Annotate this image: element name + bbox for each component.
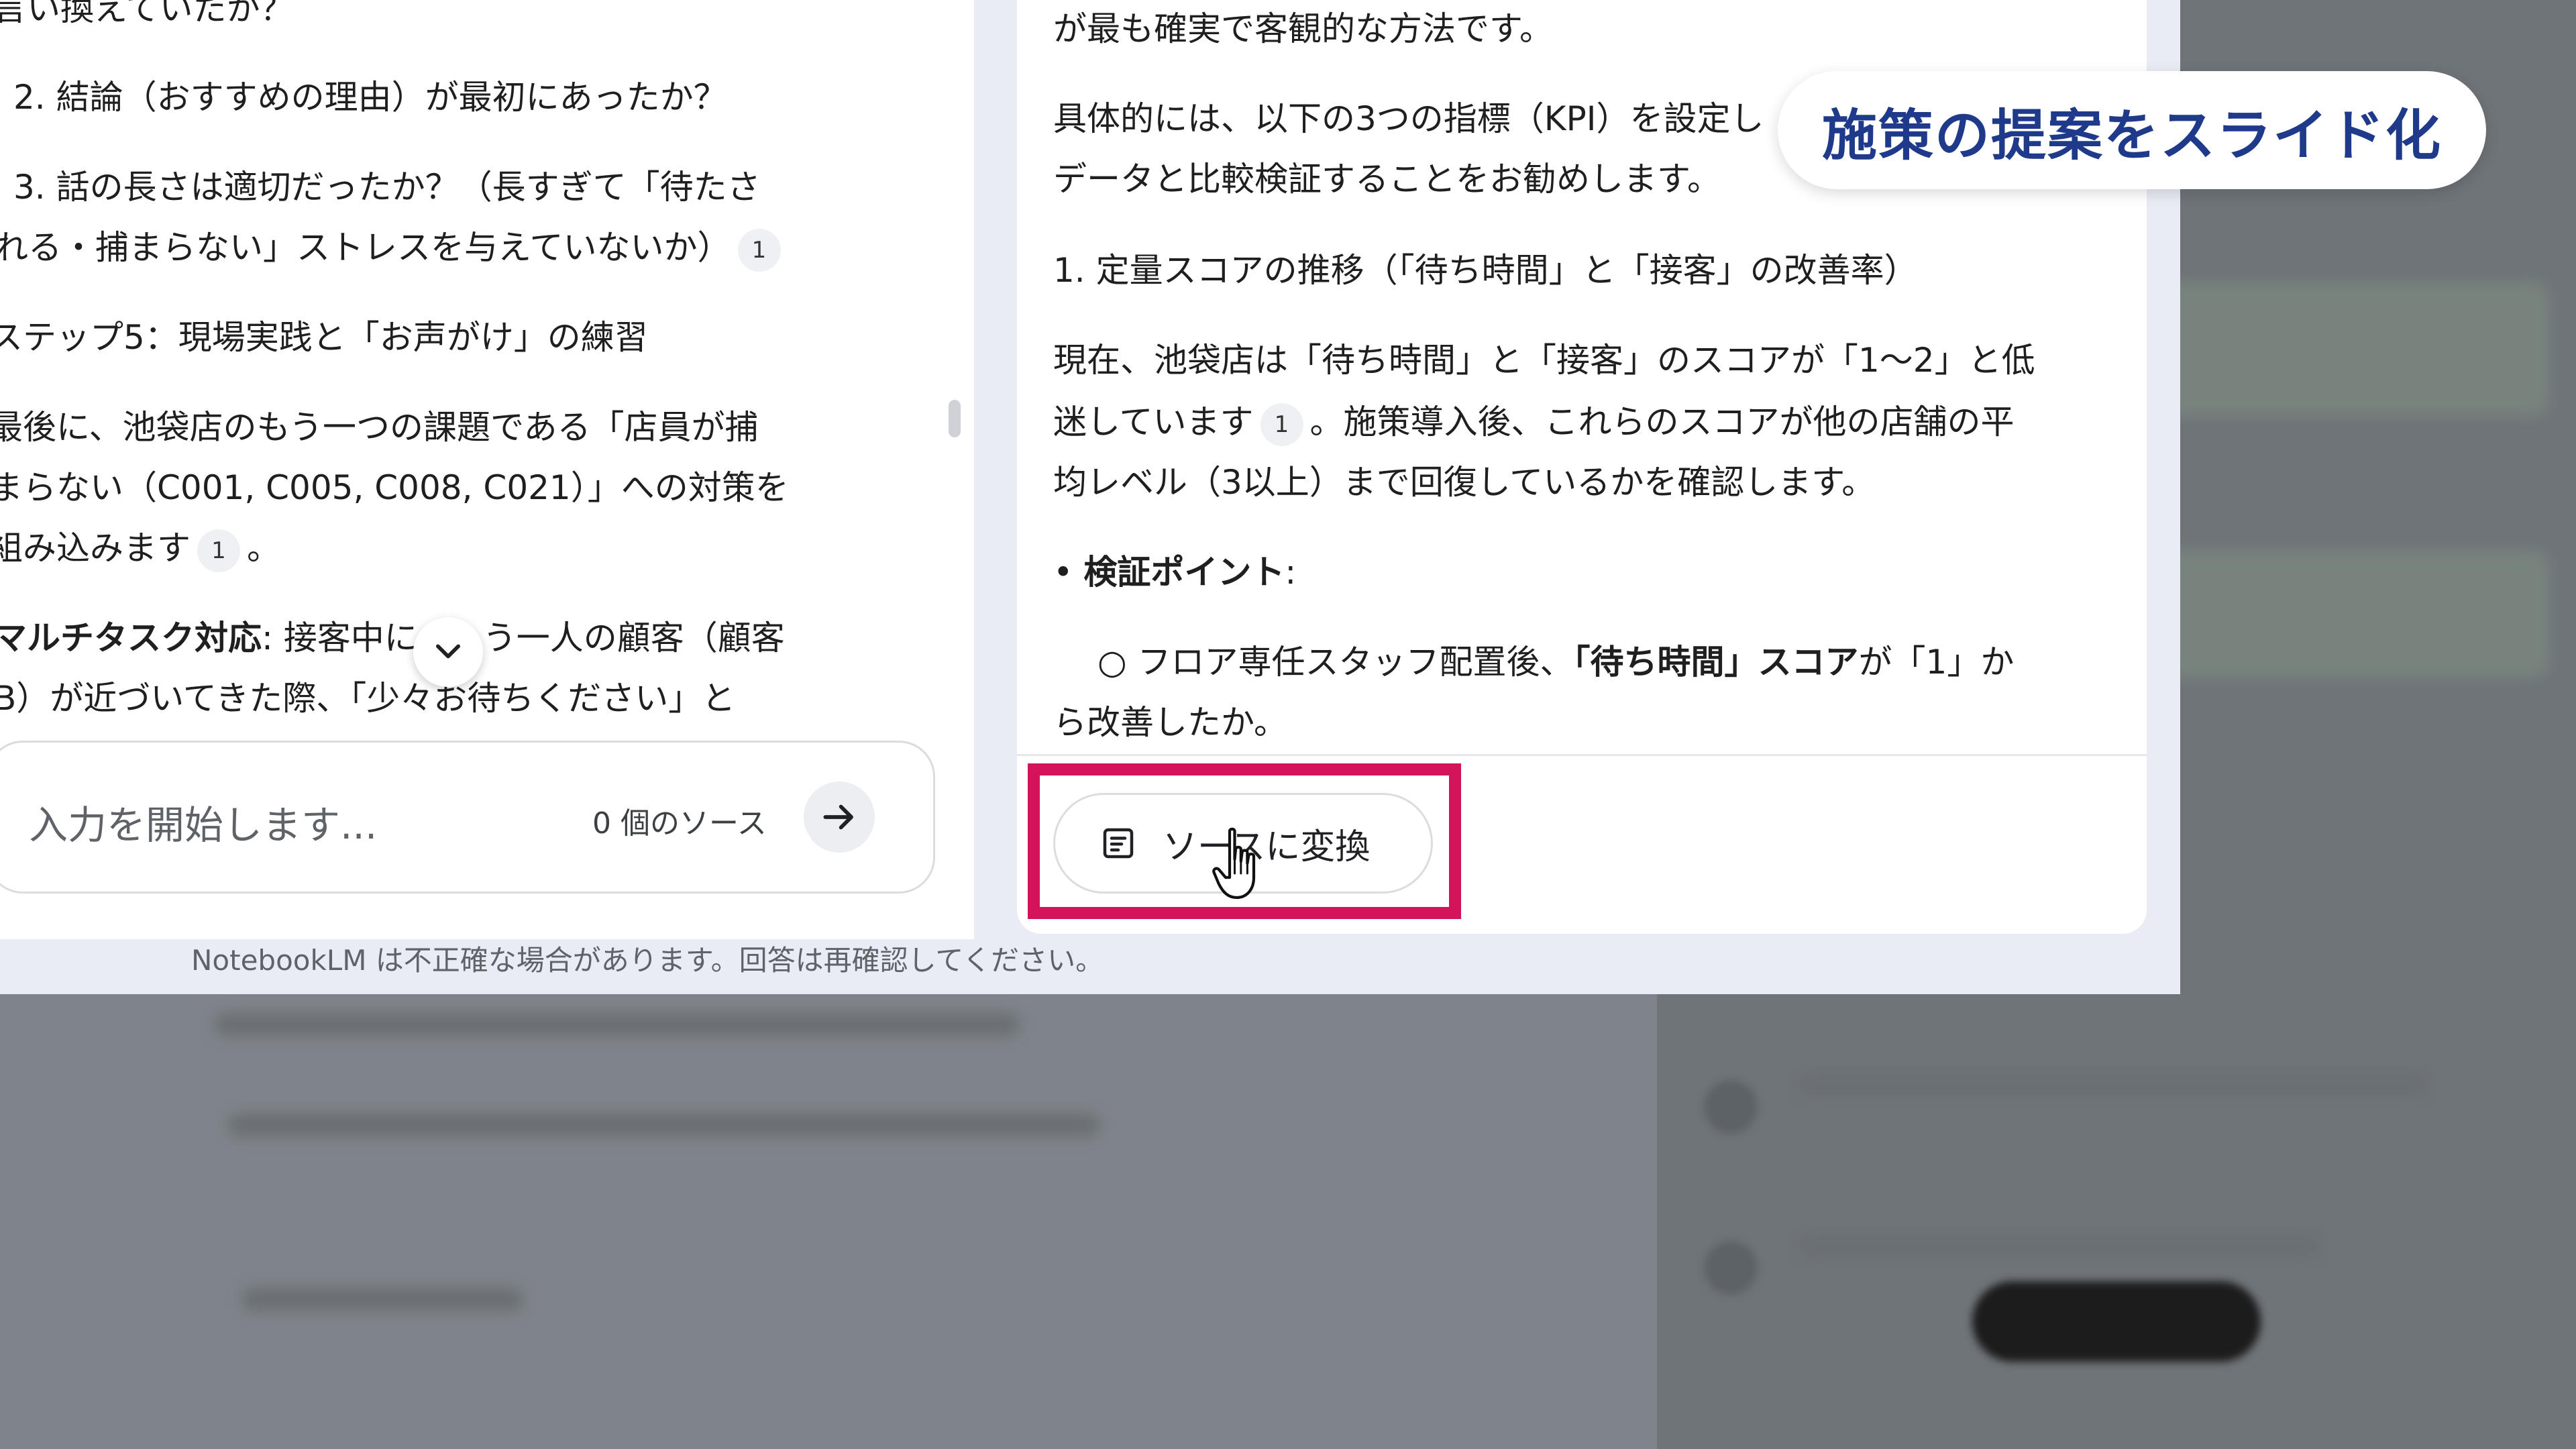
- source-count: 0 個のソース: [592, 806, 767, 841]
- background-line: [241, 1288, 523, 1311]
- citation-badge[interactable]: 1: [1260, 402, 1303, 446]
- chat-line: まらない（C001, C005, C008, C021）」への対策を: [0, 468, 789, 507]
- chat-line: 言い換えていたか？: [0, 0, 294, 28]
- chat-line: B）が近づいてきた際、「少々お待ちください」と: [0, 679, 736, 718]
- left-chat-panel: 言い換えていたか？ 2. 結論（おすすめの理由）が最初にあったか？ 3. 話の長…: [0, 0, 974, 939]
- chat-line: 1. 定量スコアの推移（「待ち時間」と「接客」の改善率）: [1053, 251, 1918, 290]
- chat-line: ○ フロア専任スタッフ配置後、「待ち時間」スコアが「1」か: [1097, 643, 2015, 682]
- chat-line: ステップ5：現場実践と「お声がけ」の練習: [0, 318, 648, 357]
- chevron-down-icon: [436, 644, 460, 659]
- scroll-down-button[interactable]: [413, 617, 483, 687]
- chat-line: 均レベル（3以上）まで回復しているかを確認します。: [1053, 463, 1876, 502]
- chat-line: 最後に、池袋店のもう一つの課題である「店員が捕: [0, 408, 759, 447]
- chat-line: • 検証ポイント:: [1053, 553, 1297, 592]
- background-avatar: [1704, 1080, 1758, 1134]
- background-line: [1798, 1234, 2321, 1257]
- divider: [1017, 754, 2147, 756]
- chat-line: 3. 話の長さは適切だったか？（長すぎて「待たさ: [13, 168, 761, 207]
- background-line: [215, 1013, 1020, 1036]
- chat-line: マルチタスク対応: 接客中に、もう一人の顧客（顧客: [0, 619, 785, 657]
- chat-line: 2. 結論（おすすめの理由）が最初にあったか？: [13, 78, 727, 117]
- background-line: [228, 1114, 1100, 1136]
- chat-line: 迷しています 1 。施策導入後、これらのスコアが他の店舗の平: [1053, 392, 2015, 452]
- background-pill-button: [1972, 1281, 2261, 1362]
- chat-line: 現在、池袋店は「待ち時間」と「接客」のスコアが「1〜2」と低: [1053, 341, 2035, 380]
- send-button[interactable]: [804, 782, 875, 853]
- background-avatar: [1704, 1241, 1758, 1295]
- chat-line: ら改善したか。: [1053, 703, 1287, 742]
- scrollbar-thumb[interactable]: [949, 400, 961, 437]
- disclaimer-text: NotebookLM は不正確な場合があります。回答は再確認してください。: [191, 944, 1104, 977]
- chat-line: れる・捕まらない」ストレスを与えていないか） 1: [0, 217, 788, 278]
- chat-line: が最も確実で客観的な方法です。: [1053, 9, 1553, 48]
- arrow-right-icon: [823, 804, 853, 830]
- citation-badge[interactable]: 1: [197, 529, 240, 572]
- chat-line: データと比較検証することをお勧めします。: [1053, 160, 1721, 199]
- overlay-title: 施策の提案をスライド化: [1778, 71, 2486, 189]
- chat-input-box[interactable]: 入力を開始します... 0 個のソース: [0, 741, 935, 894]
- chat-line: 組み込みます 1。: [0, 518, 280, 578]
- hand-cursor-icon: [1212, 827, 1256, 900]
- background-line: [1798, 1073, 2428, 1096]
- chat-input-placeholder[interactable]: 入力を開始します...: [29, 794, 377, 850]
- chat-line: 具体的には、以下の3つの指標（KPI）を設定し: [1053, 99, 1764, 138]
- citation-badge[interactable]: 1: [737, 228, 781, 272]
